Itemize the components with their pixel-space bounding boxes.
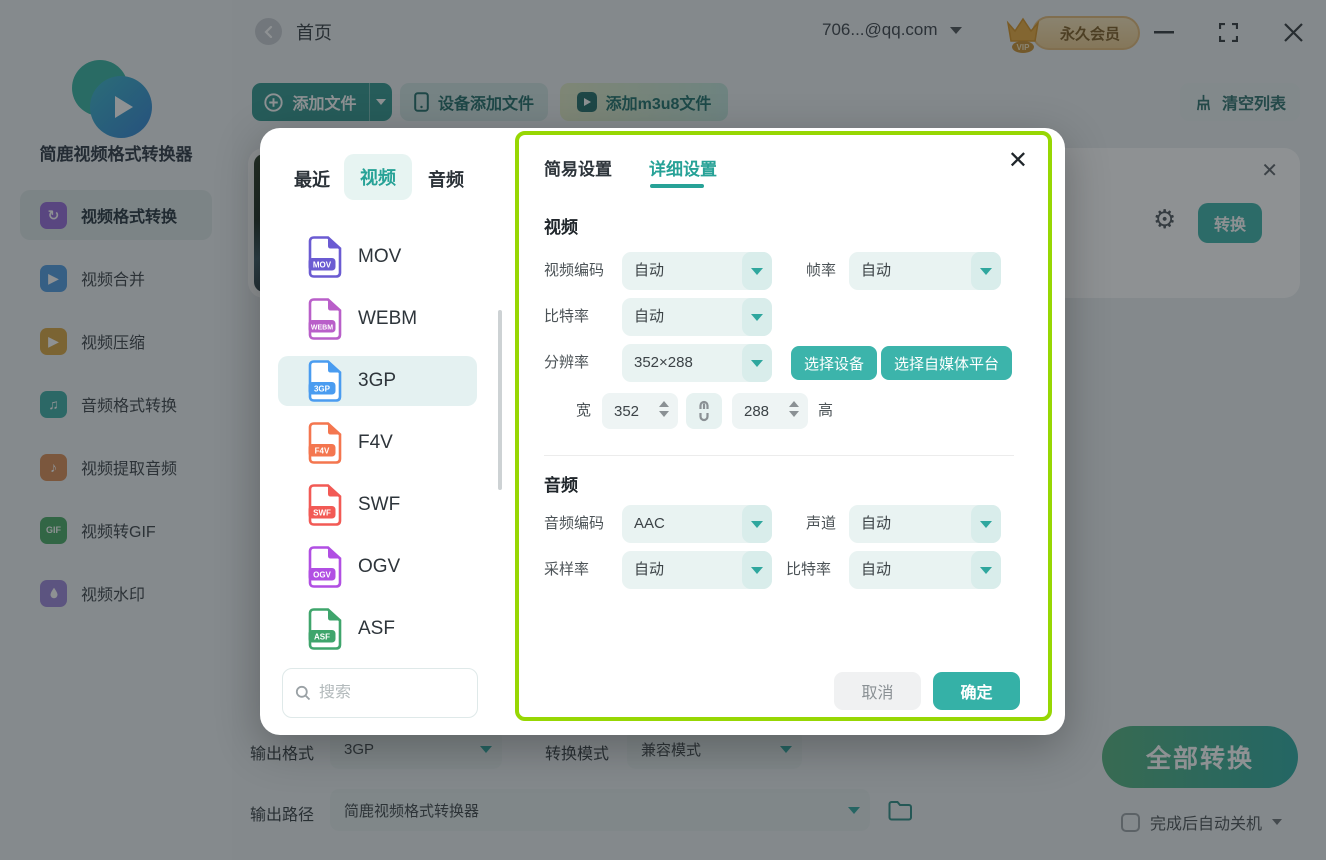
chevron-down-icon: [742, 252, 772, 290]
width-input-wrap: [602, 393, 678, 429]
select-device-button[interactable]: 选择设备: [791, 346, 878, 380]
channel-value: 自动: [861, 515, 892, 532]
format-item-swf[interactable]: SWF SWF: [278, 480, 477, 530]
detail-settings-panel: 简易设置 详细设置 ✕ 视频 视频编码 自动 帧率 自动 比特率 自动 分辨率 …: [515, 131, 1052, 721]
chevron-down-icon: [971, 252, 1001, 290]
format-list-scrollbar[interactable]: [498, 310, 502, 490]
format-name: ASF: [358, 618, 395, 639]
search-input[interactable]: [319, 684, 439, 702]
video-codec-label: 视频编码: [544, 262, 605, 279]
format-search-box[interactable]: [282, 668, 478, 718]
video-section-title: 视频: [544, 218, 578, 237]
format-item-ogv[interactable]: OGV OGV: [278, 542, 477, 592]
channel-select[interactable]: 自动: [849, 505, 1001, 543]
width-input[interactable]: [614, 393, 652, 429]
audio-section-title: 音频: [544, 476, 578, 495]
format-item-asf[interactable]: ASF ASF: [278, 604, 477, 654]
fps-label: 帧率: [806, 262, 837, 279]
resolution-select[interactable]: 352×288: [622, 344, 772, 382]
section-divider: [544, 455, 1014, 456]
format-name: SWF: [358, 494, 401, 515]
format-name: OGV: [358, 556, 401, 577]
tab-simple-settings[interactable]: 简易设置: [544, 155, 612, 180]
video-bitrate-select[interactable]: 自动: [622, 298, 772, 336]
svg-text:F4V: F4V: [315, 447, 330, 456]
active-tab-underline: [650, 184, 704, 188]
file-format-icon: WEBM: [308, 298, 342, 340]
format-item-3gp-selected[interactable]: 3GP 3GP: [278, 356, 477, 406]
height-label: 高: [818, 402, 834, 419]
file-format-icon: MOV: [308, 236, 342, 278]
audio-bitrate-label: 比特率: [786, 561, 832, 578]
cancel-button[interactable]: 取消: [834, 672, 921, 710]
file-format-icon: ASF: [308, 608, 342, 650]
width-label: 宽: [576, 402, 592, 419]
resolution-value: 352×288: [634, 354, 693, 371]
width-stepper[interactable]: [659, 401, 669, 417]
audio-bitrate-value: 自动: [861, 561, 892, 578]
tab-detail-settings[interactable]: 详细设置: [649, 155, 717, 180]
tab-recent[interactable]: 最近: [294, 166, 330, 192]
file-format-icon: OGV: [308, 546, 342, 588]
file-format-icon: 3GP: [308, 360, 342, 402]
video-codec-select[interactable]: 自动: [622, 252, 772, 290]
file-format-icon: SWF: [308, 484, 342, 526]
format-item-mov[interactable]: MOV MOV: [278, 232, 477, 282]
svg-text:3GP: 3GP: [314, 385, 331, 394]
chevron-down-icon: [742, 505, 772, 543]
video-bitrate-value: 自动: [634, 308, 665, 325]
sample-rate-label: 采样率: [544, 561, 590, 578]
format-item-webm[interactable]: WEBM WEBM: [278, 294, 477, 344]
chevron-down-icon: [742, 298, 772, 336]
sample-rate-select[interactable]: 自动: [622, 551, 772, 589]
format-item-f4v[interactable]: F4V F4V: [278, 418, 477, 468]
fps-value: 自动: [861, 262, 892, 279]
video-codec-value: 自动: [634, 262, 665, 279]
file-format-icon: F4V: [308, 422, 342, 464]
svg-text:OGV: OGV: [313, 571, 331, 580]
height-stepper[interactable]: [789, 401, 799, 417]
output-settings-modal: 最近 视频 音频 MOV MOV WEBM WEBM 3GP 3GP F4V F…: [260, 128, 1065, 735]
audio-codec-select[interactable]: AAC: [622, 505, 772, 543]
sample-rate-value: 自动: [634, 561, 665, 578]
video-bitrate-label: 比特率: [544, 308, 590, 325]
svg-text:WEBM: WEBM: [311, 325, 333, 332]
audio-codec-label: 音频编码: [544, 515, 605, 532]
chevron-down-icon: [971, 505, 1001, 543]
format-name: MOV: [358, 246, 402, 267]
svg-text:ASF: ASF: [314, 633, 330, 642]
tab-audio[interactable]: 音频: [428, 166, 464, 192]
svg-text:SWF: SWF: [313, 509, 331, 518]
height-input[interactable]: [744, 393, 782, 429]
audio-codec-value: AAC: [634, 515, 665, 532]
format-name: F4V: [358, 432, 393, 453]
link-dimensions-button[interactable]: [686, 393, 722, 429]
fps-select[interactable]: 自动: [849, 252, 1001, 290]
chevron-down-icon: [971, 551, 1001, 589]
chevron-down-icon: [742, 551, 772, 589]
height-input-wrap: [732, 393, 808, 429]
resolution-label: 分辨率: [544, 354, 590, 371]
search-icon: [295, 685, 311, 701]
close-settings-icon[interactable]: ✕: [1008, 149, 1028, 173]
chevron-down-icon: [742, 344, 772, 382]
tab-video[interactable]: 视频: [344, 154, 412, 200]
select-platform-button[interactable]: 选择自媒体平台: [881, 346, 1013, 380]
audio-bitrate-select[interactable]: 自动: [849, 551, 1001, 589]
ok-button[interactable]: 确定: [933, 672, 1020, 710]
channel-label: 声道: [806, 515, 837, 532]
format-name: WEBM: [358, 308, 418, 329]
svg-text:MOV: MOV: [313, 261, 332, 270]
format-name: 3GP: [358, 370, 397, 391]
